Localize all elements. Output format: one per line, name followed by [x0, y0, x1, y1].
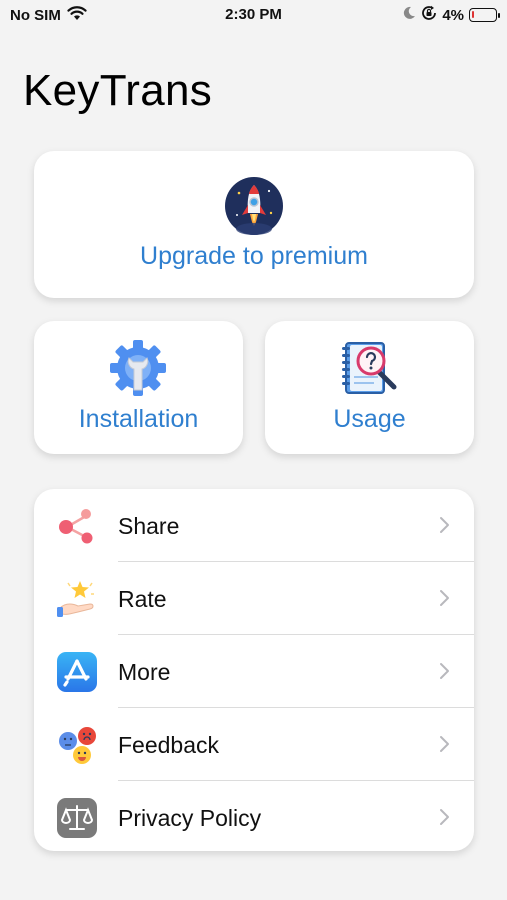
installation-label: Installation — [78, 405, 199, 433]
usage-button[interactable]: Usage — [265, 321, 474, 454]
battery-percent: 4% — [442, 6, 464, 24]
app-store-icon — [56, 651, 98, 693]
list-item-label: Feedback — [118, 732, 220, 758]
list-item-rate[interactable]: Rate — [34, 562, 474, 635]
list-item-more[interactable]: More — [34, 635, 474, 708]
usage-label: Usage — [333, 405, 406, 433]
upgrade-label: Upgrade to premium — [140, 242, 368, 270]
moon-icon — [402, 6, 416, 24]
rate-star-icon — [56, 578, 98, 620]
battery-icon — [469, 8, 500, 22]
scales-icon — [56, 797, 98, 839]
chevron-right-icon — [438, 662, 450, 680]
feedback-emoji-icon — [56, 724, 98, 766]
rocket-icon — [225, 177, 283, 235]
settings-list: Share Rate More Feedback Privacy Policy — [34, 489, 474, 851]
installation-button[interactable]: Installation — [34, 321, 243, 454]
status-right: 4% — [402, 5, 500, 25]
list-item-label: More — [118, 659, 171, 685]
notebook-magnifier-icon — [338, 339, 400, 397]
upgrade-premium-button[interactable]: Upgrade to premium — [34, 151, 474, 298]
chevron-right-icon — [438, 516, 450, 534]
gear-wrench-icon — [108, 338, 168, 398]
list-item-privacy-policy[interactable]: Privacy Policy — [34, 781, 474, 854]
list-item-label: Privacy Policy — [118, 805, 262, 831]
chevron-right-icon — [438, 589, 450, 607]
page-title: KeyTrans — [23, 66, 213, 115]
list-item-label: Rate — [118, 586, 167, 612]
chevron-right-icon — [438, 808, 450, 826]
orientation-lock-icon — [421, 5, 437, 25]
list-item-label: Share — [118, 513, 180, 539]
list-item-share[interactable]: Share — [34, 489, 474, 562]
status-bar: No SIM 2:30 PM 4% — [0, 0, 507, 32]
share-icon — [56, 505, 98, 547]
chevron-right-icon — [438, 735, 450, 753]
list-item-feedback[interactable]: Feedback — [34, 708, 474, 781]
